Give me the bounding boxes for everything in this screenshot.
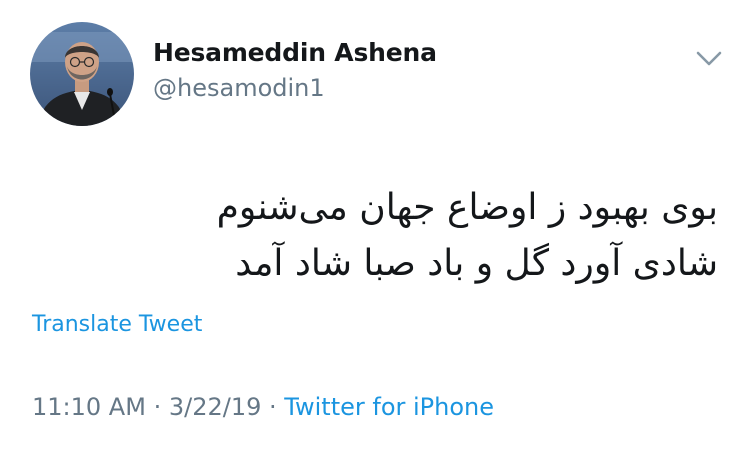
- tweet-card: Hesameddin Ashena @hesamodin1 بوی بهبود …: [0, 0, 750, 453]
- avatar[interactable]: [30, 22, 134, 126]
- tweet-time: 11:10 AM: [32, 393, 146, 421]
- tweet-source-link[interactable]: Twitter for iPhone: [284, 393, 494, 421]
- translate-tweet-link[interactable]: Translate Tweet: [32, 312, 202, 337]
- tweet-date: 3/22/19: [168, 393, 262, 421]
- tweet-metadata: 11:10 AM · 3/22/19 · Twitter for iPhone: [32, 393, 494, 421]
- tweet-text-line-1: بوی بهبود ز اوضاع جهان می‌شنوم: [216, 187, 718, 228]
- display-name[interactable]: Hesameddin Ashena: [153, 36, 437, 70]
- meta-separator: ·: [269, 393, 277, 421]
- avatar-photo: [30, 22, 134, 126]
- tweet-text: بوی بهبود ز اوضاع جهان می‌شنوم شادی آورد…: [118, 180, 718, 292]
- chevron-down-icon[interactable]: [694, 48, 724, 70]
- meta-separator: ·: [153, 393, 162, 421]
- tweet-text-line-2: شادی آورد گل و باد صبا شاد آمد: [235, 243, 718, 284]
- author-info[interactable]: Hesameddin Ashena @hesamodin1: [153, 36, 437, 105]
- user-handle[interactable]: @hesamodin1: [153, 71, 437, 105]
